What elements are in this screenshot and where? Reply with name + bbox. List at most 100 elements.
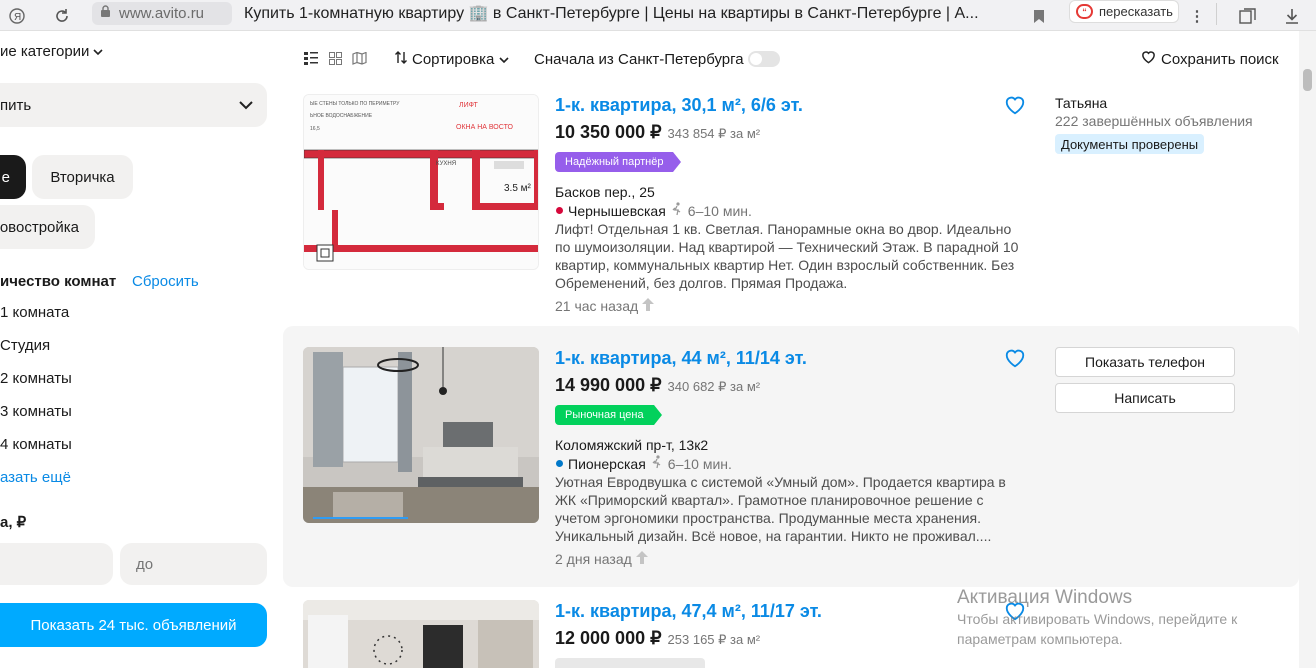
listing-price: 10 350 000 ₽ 343 854 ₽ за м²: [555, 122, 760, 143]
type-pill-label: е: [1, 168, 10, 186]
price-per-meter: 340 682 ₽ за м²: [667, 379, 761, 394]
retell-label: пересказать: [1099, 4, 1173, 19]
list-view-icon[interactable]: [304, 52, 318, 70]
listing-address: Коломяжский пр-т, 13к2: [555, 437, 709, 453]
walk-time: 6–10 мин.: [687, 202, 752, 219]
price-value: 12 000 000 ₽: [555, 628, 662, 648]
metro-line-dot: [556, 207, 563, 214]
room-option-4[interactable]: 4 комнаты: [0, 436, 72, 453]
grid-view-icon[interactable]: [329, 52, 342, 70]
listing-metro: Пионерская 6–10 мин.: [556, 455, 732, 472]
spb-first-toggle[interactable]: [748, 51, 780, 67]
windows-activation-line2: параметрам компьютера.: [957, 631, 1123, 647]
badge-label: Рыночная цена: [555, 405, 654, 425]
retell-button[interactable]: “ пересказать: [1069, 0, 1179, 23]
show-phone-button[interactable]: Показать телефон: [1055, 347, 1235, 377]
time-ago-text: 2 дня назад: [555, 551, 632, 567]
scrollbar-thumb[interactable]: [1303, 69, 1312, 91]
promoted-arrow-icon: [642, 298, 655, 314]
market-price-badge: Рыночная цена: [555, 405, 662, 425]
time-ago-text: 21 час назад: [555, 298, 639, 314]
chevron-down-icon: [93, 43, 103, 60]
deal-type-value: пить: [0, 96, 32, 114]
listing-price: 14 990 000 ₽ 340 682 ₽ за м²: [555, 375, 760, 396]
plan-note-1: ЫЕ СТЕНЫ ТОЛЬКО ПО ПЕРИМЕТРУ: [310, 101, 400, 107]
rooms-reset-link[interactable]: Сбросить: [132, 273, 199, 290]
plan-area-label: 3.5 м²: [504, 183, 532, 194]
favorite-heart-icon[interactable]: [1004, 94, 1026, 121]
room-option-1[interactable]: 1 комната: [0, 304, 69, 321]
plan-window-label: ОКНА НА ВОСТО: [456, 124, 514, 131]
all-categories-link[interactable]: ие категории: [0, 43, 103, 60]
show-results-button[interactable]: Показать 24 тыс. объявлений: [0, 603, 267, 647]
price-value: 10 350 000 ₽: [555, 122, 662, 142]
save-search-button[interactable]: Сохранить поиск: [1141, 50, 1279, 68]
seller-name[interactable]: Татьяна: [1055, 95, 1107, 111]
lock-icon: [100, 4, 111, 23]
page-title: Купить 1-комнатную квартиру 🏢 в Санкт-Пе…: [244, 5, 979, 22]
windows-activation-title: Активация Windows: [957, 587, 1133, 608]
chevron-down-icon: [239, 97, 253, 114]
windows-activation-line1: Чтобы активировать Windows, перейдите к: [957, 611, 1238, 627]
show-more-link[interactable]: азать ещё: [0, 469, 71, 486]
reliable-partner-badge: Надёжный партнёр: [555, 152, 682, 172]
retell-icon: “: [1076, 4, 1093, 19]
listing-title[interactable]: 1-к. квартира, 30,1 м², 6/6 эт.: [555, 95, 803, 116]
bookmark-icon[interactable]: [1030, 6, 1048, 26]
plan-kitchen-label: КУХНЯ: [436, 161, 456, 167]
deal-type-select[interactable]: пить: [0, 83, 267, 127]
sort-icon: [395, 51, 407, 68]
listing-title[interactable]: 1-к. квартира, 47,4 м², 11/17 эт.: [555, 601, 822, 622]
download-icon[interactable]: [1282, 6, 1302, 26]
categories-label: ие категории: [0, 43, 90, 60]
plan-note-3: 16,5: [310, 126, 320, 132]
collections-icon[interactable]: [1238, 6, 1258, 26]
price-per-meter: 343 854 ₽ за м²: [667, 126, 761, 141]
listing-title[interactable]: 1-к. квартира, 44 м², 11/14 эт.: [555, 348, 807, 369]
promoted-arrow-icon: [635, 551, 648, 567]
walk-icon: [651, 455, 663, 472]
browser-toolbar: Я www.avito.ru Купить 1-комнатную кварти…: [0, 0, 1316, 31]
type-pill-all[interactable]: е: [0, 155, 26, 199]
listing-description: Лифт! Отдельная 1 кв. Светлая. Панорамны…: [555, 221, 1019, 291]
metro-name: Пионерская: [568, 455, 646, 472]
map-view-icon[interactable]: [352, 51, 367, 70]
seller-deals: 222 завершённых объявления: [1055, 113, 1253, 129]
listing-photo-bedroom[interactable]: [303, 347, 539, 523]
sort-label: Сортировка: [412, 51, 495, 68]
price-to-input[interactable]: [120, 543, 267, 585]
type-pill-secondary[interactable]: Вторичка: [32, 155, 133, 199]
toolbar-divider: [1216, 3, 1217, 25]
price-title: а, ₽: [0, 514, 27, 531]
address-bar[interactable]: www.avito.ru: [92, 2, 232, 25]
price-per-meter: 253 165 ₽ за м²: [667, 632, 761, 647]
svg-text:Я: Я: [14, 12, 21, 23]
room-option-studio[interactable]: Студия: [0, 337, 50, 354]
url-text: www.avito.ru: [119, 5, 205, 22]
favorite-heart-icon[interactable]: [1004, 347, 1026, 374]
listing-photo-room[interactable]: [303, 600, 539, 668]
type-pill-new-building[interactable]: овостройка: [0, 205, 95, 249]
room-option-3[interactable]: 3 комнаты: [0, 403, 72, 420]
price-from-input[interactable]: [0, 543, 113, 585]
scrollbar-track[interactable]: [1299, 31, 1316, 668]
type-pill-label: Вторичка: [50, 168, 115, 186]
reload-icon[interactable]: [52, 6, 72, 26]
listing-time: 2 дня назад: [555, 551, 648, 567]
walk-icon: [671, 202, 683, 219]
listing-metro: Чернышевская 6–10 мин.: [556, 202, 752, 219]
save-search-label: Сохранить поиск: [1161, 50, 1279, 68]
listing-description: Уютная Евродвушка с системой «Умный дом»…: [555, 474, 1006, 544]
write-message-button[interactable]: Написать: [1055, 383, 1235, 413]
metro-line-dot: [556, 460, 563, 467]
yandex-logo-icon[interactable]: Я: [8, 6, 26, 26]
room-option-2[interactable]: 2 комнаты: [0, 370, 72, 387]
more-menu-icon[interactable]: ⋮: [1188, 6, 1206, 26]
sort-dropdown[interactable]: Сортировка: [395, 51, 509, 68]
walk-time: 6–10 мин.: [667, 455, 732, 472]
listing-time: 21 час назад: [555, 298, 655, 314]
documents-verified-badge: Документы проверены: [1055, 134, 1205, 154]
listing-photo-floorplan[interactable]: ЫЕ СТЕНЫ ТОЛЬКО ПО ПЕРИМЕТРУ ЬНОЕ ВОДОСН…: [303, 94, 539, 270]
listing-badge-partial: [555, 658, 705, 668]
listing-price: 12 000 000 ₽ 253 165 ₽ за м²: [555, 628, 760, 649]
